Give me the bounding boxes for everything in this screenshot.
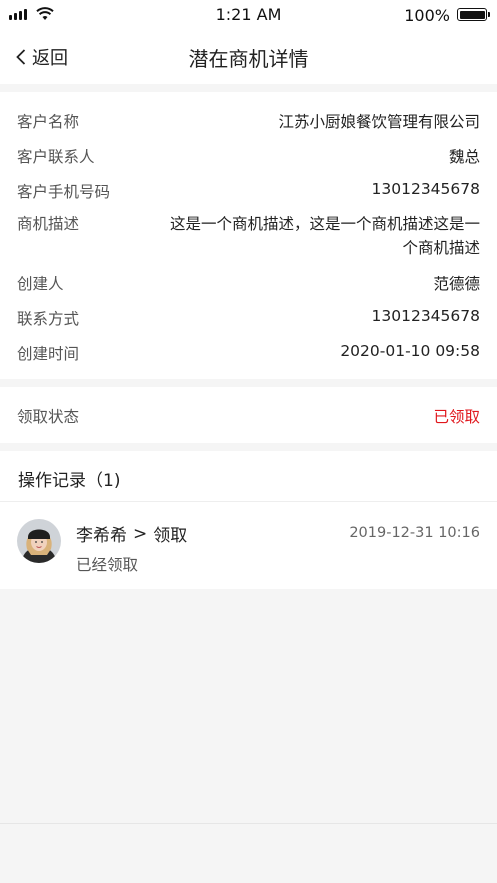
info-value: 江苏小厨娘餐饮管理有限公司 xyxy=(278,113,480,131)
info-value: 魏总 xyxy=(448,148,480,166)
info-value: 2020-01-10 09:58 xyxy=(340,342,480,360)
info-label: 商机描述 xyxy=(17,215,80,233)
operation-records-card: 操作记录（1) 李希希 > 领取 2019-12-31 10:16 已经领取 xyxy=(0,451,497,589)
info-value: 13012345678 xyxy=(371,180,480,198)
bottom-divider xyxy=(0,823,497,824)
claim-status-card: 领取状态 已领取 xyxy=(0,387,497,443)
info-row-contact: 客户联系人 魏总 xyxy=(17,145,480,167)
info-label: 创建时间 xyxy=(17,345,80,363)
battery-percentage: 100% xyxy=(404,6,450,25)
records-header: 操作记录（1) xyxy=(18,471,121,491)
info-label: 客户手机号码 xyxy=(17,183,111,201)
claim-status-row: 领取状态 已领取 xyxy=(17,405,480,427)
navigation-bar: 返回 潜在商机详情 xyxy=(0,30,497,84)
page-title: 潜在商机详情 xyxy=(188,47,309,71)
status-bar: 1:21 AM 100% xyxy=(0,0,497,30)
record-separator: > xyxy=(133,523,148,544)
divider xyxy=(0,501,497,502)
info-label: 客户联系人 xyxy=(17,148,95,166)
record-user: 李希希 xyxy=(76,526,127,546)
info-row-creator: 创建人 范德德 xyxy=(17,272,480,294)
info-row-phone: 客户手机号码 13012345678 xyxy=(17,180,480,202)
info-row-created-time: 创建时间 2020-01-10 09:58 xyxy=(17,342,480,364)
opportunity-info-card: 客户名称 江苏小厨娘餐饮管理有限公司 客户联系人 魏总 客户手机号码 13012… xyxy=(0,92,497,379)
info-label: 创建人 xyxy=(17,275,64,293)
record-action: 领取 xyxy=(153,526,188,546)
record-title: 李希希 > 领取 xyxy=(76,521,188,547)
info-row-contact-method: 联系方式 13012345678 xyxy=(17,307,480,329)
record-description: 已经领取 xyxy=(76,556,139,574)
claim-status-badge: 已领取 xyxy=(433,408,480,426)
info-value: 13012345678 xyxy=(371,307,480,325)
info-label: 客户名称 xyxy=(17,113,80,131)
avatar xyxy=(17,519,61,563)
record-time: 2019-12-31 10:16 xyxy=(349,525,480,541)
info-value: 范德德 xyxy=(433,275,480,293)
info-label: 联系方式 xyxy=(17,310,80,328)
info-row-description: 商机描述 这是一个商机描述，这是一个商机描述这是一个商机描述 xyxy=(17,212,480,260)
claim-status-label: 领取状态 xyxy=(17,408,80,426)
battery-icon xyxy=(457,8,490,21)
info-value: 这是一个商机描述，这是一个商机描述这是一个商机描述 xyxy=(170,215,481,257)
info-row-customer-name: 客户名称 江苏小厨娘餐饮管理有限公司 xyxy=(17,110,480,132)
